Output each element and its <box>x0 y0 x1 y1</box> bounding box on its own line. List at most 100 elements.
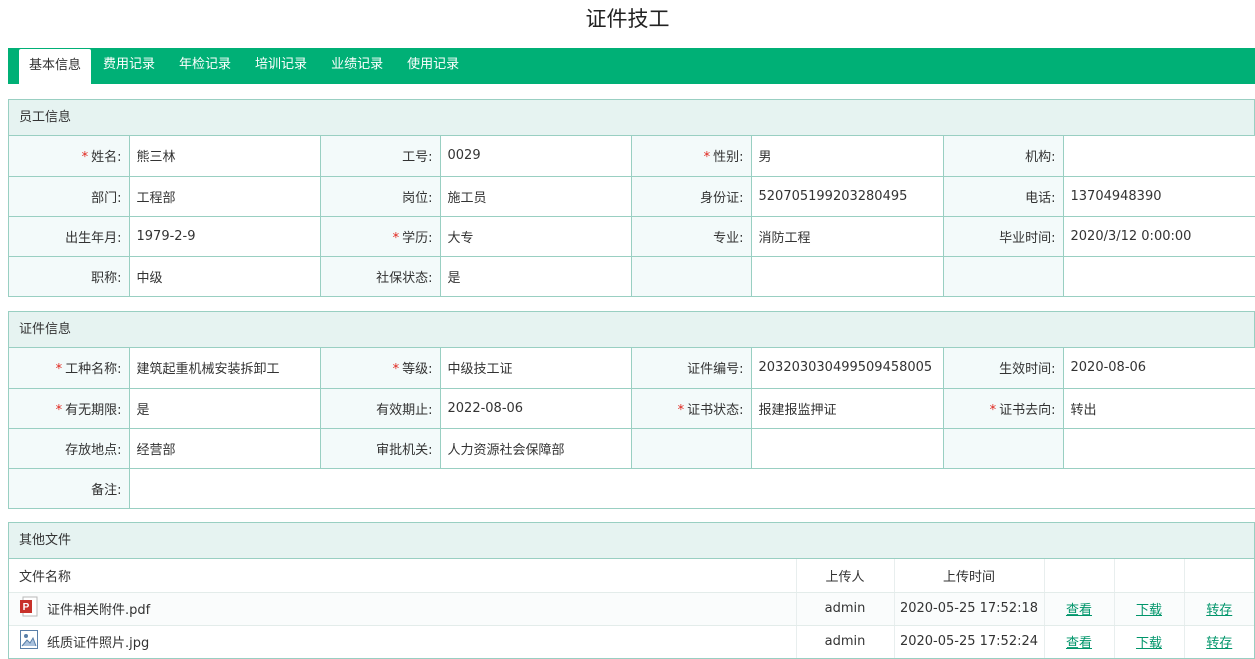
view-link[interactable]: 查看 <box>1066 636 1092 651</box>
required-mark: * <box>392 362 400 378</box>
pdf-file-icon: P <box>19 596 39 621</box>
authority-label: 审批机关: <box>320 428 441 469</box>
tab-usage-records[interactable]: 使用记录 <box>395 49 471 80</box>
social-value: 是 <box>440 256 632 296</box>
birth-value: 1979-2-9 <box>129 216 321 257</box>
tab-bar: 基本信息 费用记录 年检记录 培训记录 业绩记录 使用记录 <box>8 48 1255 84</box>
view-link[interactable]: 查看 <box>1066 603 1092 618</box>
col-empty <box>1113 559 1184 593</box>
file-uploader: admin <box>795 625 894 658</box>
expire-value: 2022-08-06 <box>440 388 632 429</box>
status-label: * 证书状态: <box>631 388 752 429</box>
transfer-link[interactable]: 转存 <box>1206 603 1232 618</box>
effective-label: 生效时间: <box>943 348 1064 389</box>
cert-no-value: 203203030499509458005 <box>751 348 944 389</box>
empty-cell <box>1063 256 1255 296</box>
col-upload-time: 上传时间 <box>893 559 1044 593</box>
grad-time-label: 毕业时间: <box>943 216 1064 257</box>
certificate-info-table: * 工种名称: 建筑起重机械安装拆卸工 * 等级: 中级技工证 证件编号: 2032… <box>9 348 1255 508</box>
download-link[interactable]: 下载 <box>1136 636 1162 651</box>
dept-value: 工程部 <box>129 176 321 217</box>
dept-label: 部门: <box>9 176 130 217</box>
storage-value: 经营部 <box>129 428 321 469</box>
cert-no-label: 证件编号: <box>631 348 752 389</box>
view-cell: 查看 <box>1043 592 1114 626</box>
name-value: 熊三林 <box>129 136 321 177</box>
empty-cell <box>751 256 944 296</box>
certificate-info-panel: 证件信息 * 工种名称: 建筑起重机械安装拆卸工 * 等级: 中级技工证 证件编号:… <box>8 311 1255 509</box>
files-table-header: 文件名称 上传人 上传时间 <box>9 559 1254 593</box>
table-row: 纸质证件照片.jpg admin 2020-05-25 17:52:24 查看 … <box>9 625 1254 658</box>
file-name-cell: 纸质证件照片.jpg <box>9 625 796 658</box>
file-name: 证件相关附件.pdf <box>47 603 151 618</box>
grad-time-value: 2020/3/12 0:00:00 <box>1063 216 1255 257</box>
tab-basic-info[interactable]: 基本信息 <box>19 49 92 84</box>
trade-value: 建筑起重机械安装拆卸工 <box>129 348 321 389</box>
tab-fee-records[interactable]: 费用记录 <box>91 49 167 80</box>
empty-cell <box>631 256 752 296</box>
level-value: 中级技工证 <box>440 348 632 389</box>
required-mark: * <box>55 402 63 418</box>
status-value: 报建报监押证 <box>751 388 944 429</box>
employee-info-panel: 员工信息 * 姓名: 熊三林 工号: 0029 * 性别: 男 机构: 部门: 工程… <box>8 99 1255 297</box>
image-file-icon <box>19 629 39 654</box>
required-mark: * <box>392 230 400 246</box>
tab-performance-records[interactable]: 业绩记录 <box>319 49 395 80</box>
required-mark: * <box>677 402 685 418</box>
employee-info-header: 员工信息 <box>9 100 1254 136</box>
birth-label: 出生年月: <box>9 216 130 257</box>
transfer-cell: 转存 <box>1183 625 1254 658</box>
download-cell: 下载 <box>1113 625 1184 658</box>
org-value <box>1063 136 1255 177</box>
major-value: 消防工程 <box>751 216 944 257</box>
authority-value: 人力资源社会保障部 <box>440 428 632 469</box>
phone-label: 电话: <box>943 176 1064 217</box>
name-label: * 姓名: <box>9 136 130 177</box>
remark-label: 备注: <box>9 468 130 508</box>
required-mark: * <box>81 150 89 166</box>
emp-no-label: 工号: <box>320 136 441 177</box>
file-upload-time: 2020-05-25 17:52:24 <box>893 625 1044 658</box>
indefinite-label: * 有无期限: <box>9 388 130 429</box>
education-value: 大专 <box>440 216 632 257</box>
id-card-label: 身份证: <box>631 176 752 217</box>
transfer-link[interactable]: 转存 <box>1206 636 1232 651</box>
empty-cell <box>751 428 944 469</box>
col-uploader: 上传人 <box>795 559 894 593</box>
empty-cell <box>943 256 1064 296</box>
view-cell: 查看 <box>1043 625 1114 658</box>
title-value: 中级 <box>129 256 321 296</box>
file-upload-time: 2020-05-25 17:52:18 <box>893 592 1044 626</box>
tab-training-records[interactable]: 培训记录 <box>243 49 319 80</box>
gender-label: * 性别: <box>631 136 752 177</box>
page-title: 证件技工 <box>585 7 670 31</box>
col-empty <box>1043 559 1114 593</box>
whereabouts-label: * 证书去向: <box>943 388 1064 429</box>
svg-text:P: P <box>23 602 30 613</box>
other-files-header: 其他文件 <box>9 523 1254 559</box>
required-mark: * <box>55 362 63 378</box>
download-link[interactable]: 下载 <box>1136 603 1162 618</box>
file-name: 纸质证件照片.jpg <box>47 636 150 652</box>
level-label: * 等级: <box>320 348 441 389</box>
expire-label: 有效期止: <box>320 388 441 429</box>
certificate-info-header: 证件信息 <box>9 312 1254 348</box>
id-card-value: 520705199203280495 <box>751 176 944 217</box>
effective-value: 2020-08-06 <box>1063 348 1255 389</box>
position-label: 岗位: <box>320 176 441 217</box>
transfer-cell: 转存 <box>1183 592 1254 626</box>
major-label: 专业: <box>631 216 752 257</box>
trade-label: * 工种名称: <box>9 348 130 389</box>
storage-label: 存放地点: <box>9 428 130 469</box>
whereabouts-value: 转出 <box>1063 388 1255 429</box>
education-label: * 学历: <box>320 216 441 257</box>
org-label: 机构: <box>943 136 1064 177</box>
file-name-cell: P 证件相关附件.pdf <box>9 592 796 626</box>
empty-cell <box>1063 428 1255 469</box>
title-label: 职称: <box>9 256 130 296</box>
tab-annual-inspection[interactable]: 年检记录 <box>167 49 243 80</box>
required-mark: * <box>703 150 711 166</box>
download-cell: 下载 <box>1113 592 1184 626</box>
files-table: 文件名称 上传人 上传时间 P 证件相关附件.pdf admin 2020-05… <box>9 559 1254 658</box>
empty-cell <box>943 428 1064 469</box>
